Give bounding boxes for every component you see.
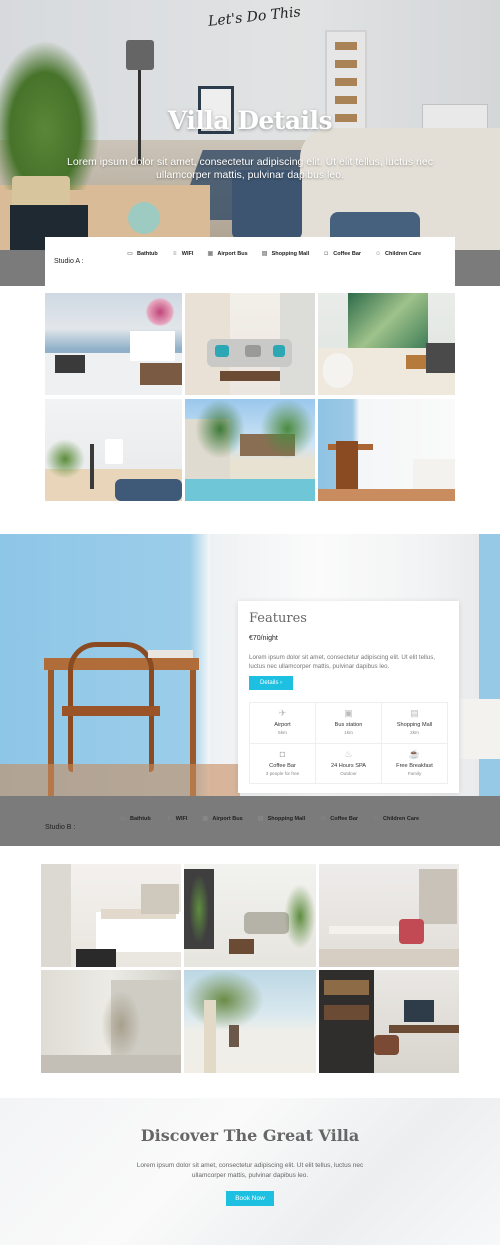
bus-icon: ▣ [207,251,214,257]
coffee-icon: ◘ [279,748,286,759]
feature-subtitle: 2km [410,730,419,735]
features-grid: ✈ Airport 5km ▣ Bus station 1km ▤ Shopping Mall… [249,702,448,784]
studio-b-photo-4[interactable] [41,970,181,1073]
studio-b-label: Studio B : [45,824,76,831]
feature-subtitle: Outdoor [340,770,357,776]
studio_a-amenity-2: ▣ Airport Bus [207,251,248,257]
feature-item: ♨ 24 Hours SPA Outdoor [316,743,382,784]
child-icon: ☺ [373,816,380,822]
studio-a-photo-5[interactable] [185,399,315,501]
wifi-icon: ≡ [167,816,171,822]
studio-a-photo-1[interactable] [45,293,182,395]
studio-a-photo-3[interactable] [318,293,455,395]
studio-b-photo-2[interactable] [184,864,316,967]
amenity-label: WIFI [175,816,188,822]
feature-subtitle: 1km [344,730,353,735]
coffee-icon: ◘ [324,251,329,257]
studio-b-photo-6[interactable] [319,970,459,1073]
feature-subtitle: 3 people for free [265,770,300,776]
studio-a-photo-6[interactable] [318,399,455,501]
feature-item: ▣ Bus station 1km [316,703,382,744]
coffee-icon: ◘ [321,816,326,822]
studio-b-band: Studio B : ▭ Bathtub ≡ WIFI ▣ Airport Bus ▤ Sho… [0,796,500,846]
features-title: Features [249,611,307,626]
studio_a-amenity-5: ☺ Children Care [375,251,421,257]
feature-item: ☕ Free Breakfast Family [382,743,448,784]
features-card: Features €70/night Lorem ipsum dolor sit… [238,601,459,793]
features-description: Lorem ipsum dolor sit amet, consectetur … [249,654,436,670]
amenity-label: Airport Bus [217,251,248,257]
feature-title: Shopping Mall [396,722,433,728]
studio-b-photo-1[interactable] [41,864,181,967]
studio-b-photo-5[interactable] [184,970,316,1073]
page-title: Villa Details [167,106,333,135]
bathtub-icon: ▭ [120,816,126,822]
hero-subtitle: Lorem ipsum dolor sit amet, consectetur … [67,156,433,181]
feature-subtitle: 5km [278,730,287,735]
feature-item: ▤ Shopping Mall 2km [382,703,448,744]
studio_a-amenity-1: ≡ WIFI [172,251,194,257]
amenity-label: Bathtub [130,816,151,822]
details-button[interactable]: Details › [249,676,293,690]
shopping-icon: ▤ [261,251,268,257]
book-now-button[interactable]: Book Now [226,1191,274,1206]
discover-text: Lorem ipsum dolor sit amet, consectetur … [136,1162,364,1179]
feature-item: ✈ Airport 5km [250,703,316,744]
bus-icon: ▣ [202,816,209,822]
feature-title: Airport [274,722,291,728]
studio-a-photo-4[interactable] [45,399,182,501]
discover-title: Discover The Great Villa [140,1126,360,1145]
studio_a-amenity-4: ◘ Coffee Bar [323,251,361,257]
plane-icon: ✈ [278,708,287,718]
studio-a-photo-2[interactable] [185,293,315,395]
amenity-label: WIFI [181,251,194,257]
studio-b-photo-3[interactable] [319,864,459,967]
wifi-icon: ≡ [173,251,177,257]
feature-title: Bus station [334,722,363,728]
amenity-label: Children Care [385,251,422,257]
studio_b-amenity-2: ▣ Airport Bus [202,816,243,822]
amenity-label: Shopping Mall [271,251,310,257]
feature-subtitle: Family [407,770,422,776]
feature-title: Free Breakfast [396,762,433,769]
page: { "hero": { "title": "Villa Details", "s… [0,0,500,1245]
amenity-label: Bathtub [137,251,158,257]
studio-a-amenities: Studio A : ▭ Bathtub ≡ WIFI ▣ Airport Bus ▤ Sho… [45,237,455,286]
amenity-label: Airport Bus [212,816,243,822]
price-label: €70/night [249,635,278,642]
child-icon: ☺ [375,251,382,257]
feature-title: 24 Hours SPA [330,762,367,769]
studio_b-amenity-4: ◘ Coffee Bar [320,816,358,822]
shopping-icon: ▤ [257,816,264,822]
amenity-label: Children Care [383,816,420,822]
feature-title: Coffee Bar [269,762,296,769]
studio_a-amenity-3: ▤ Shopping Mall [261,251,310,257]
studio-a-label: Studio A : [54,258,84,265]
studio_b-amenity-0: ▭ Bathtub [120,816,151,822]
discover-section: Discover The Great Villa Lorem ipsum dol… [0,1098,500,1245]
studio_b-amenity-5: ☺ Children Care [373,816,419,822]
bathtub-icon: ▭ [127,251,133,257]
spa-icon: ♨ [344,748,353,759]
amenity-label: Coffee Bar [330,816,359,822]
studio_b-amenity-3: ▤ Shopping Mall [257,816,306,822]
feature-item: ◘ Coffee Bar 3 people for free [250,743,316,784]
amenity-label: Shopping Mall [267,816,306,822]
studio_b-amenity-1: ≡ WIFI [166,816,188,822]
chevron-right-icon: › [280,680,282,686]
shopping-icon: ▤ [410,708,419,718]
studio_a-amenity-0: ▭ Bathtub [127,251,158,257]
breakfast-icon: ☕ [408,748,421,759]
hero-banner: Let's Do This Villa Details Lorem ipsum … [0,0,500,250]
bus-icon: ▣ [344,708,353,718]
amenity-label: Coffee Bar [333,251,362,257]
